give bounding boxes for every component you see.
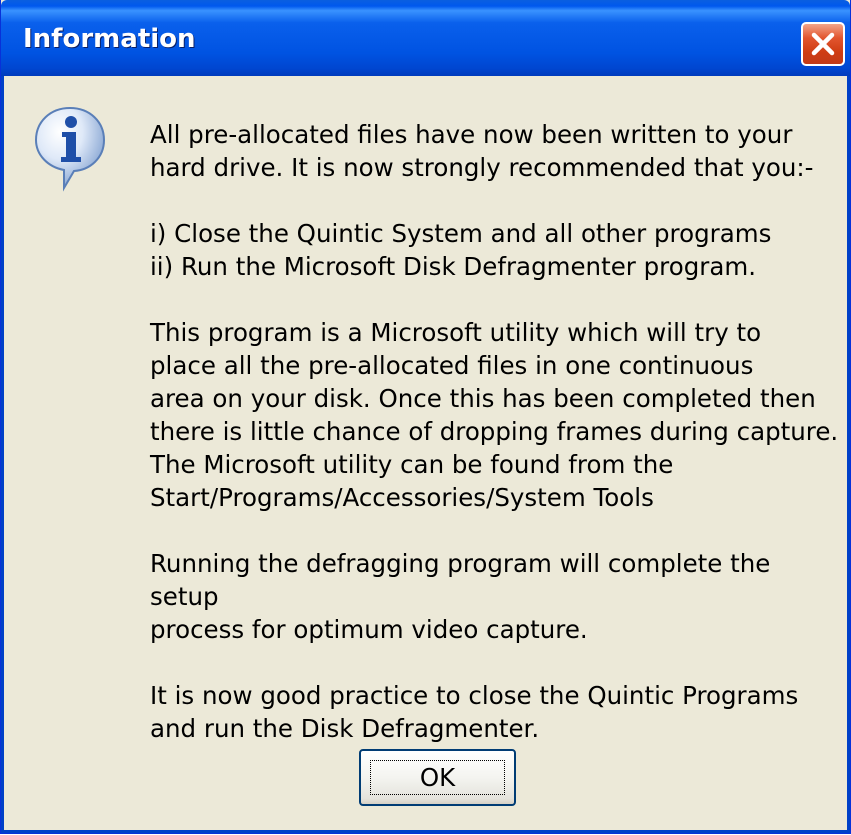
close-icon bbox=[811, 32, 835, 56]
message-text: All pre-allocated files have now been wr… bbox=[150, 118, 845, 745]
message-paragraph-2: i) Close the Quintic System and all othe… bbox=[150, 219, 772, 281]
information-dialog: Information All pre-allocated files have… bbox=[0, 0, 851, 834]
message-paragraph-3: This program is a Microsoft utility whic… bbox=[150, 318, 839, 512]
message-paragraph-4: Running the defragging program will comp… bbox=[150, 549, 771, 644]
window-title: Information bbox=[23, 24, 196, 54]
ok-button[interactable]: OK bbox=[359, 749, 516, 806]
ok-button-label: OK bbox=[419, 763, 456, 792]
close-button[interactable] bbox=[801, 22, 845, 66]
message-paragraph-5: It is now good practice to close the Qui… bbox=[150, 681, 799, 743]
message-paragraph-1: All pre-allocated files have now been wr… bbox=[150, 120, 814, 182]
title-bar[interactable]: Information bbox=[1, 0, 850, 76]
dialog-body: All pre-allocated files have now been wr… bbox=[1, 76, 850, 833]
information-icon bbox=[34, 106, 106, 192]
